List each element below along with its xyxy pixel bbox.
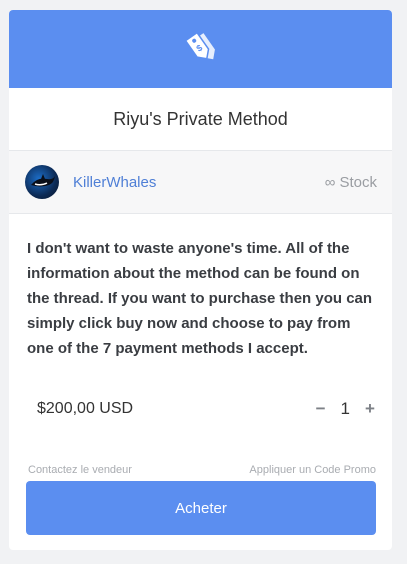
product-title: Riyu's Private Method bbox=[113, 108, 288, 129]
secondary-links: Contactez le vendeur Appliquer un Code P… bbox=[9, 464, 392, 476]
product-title-row: Riyu's Private Method bbox=[9, 88, 392, 151]
contact-seller-link[interactable]: Contactez le vendeur bbox=[28, 464, 132, 476]
seller-name-link[interactable]: KillerWhales bbox=[73, 174, 156, 191]
seller-row: KillerWhales ∞ Stock bbox=[9, 151, 392, 214]
avatar[interactable] bbox=[25, 165, 59, 199]
quantity-value: 1 bbox=[340, 399, 350, 418]
product-description: I don't want to waste anyone's time. All… bbox=[27, 240, 373, 357]
apply-promo-link[interactable]: Appliquer un Code Promo bbox=[249, 464, 376, 476]
infinity-icon: ∞ bbox=[324, 173, 336, 191]
price-row: $200,00 USD − 1 + bbox=[9, 395, 392, 423]
product-banner: $ bbox=[9, 10, 392, 88]
stock-label: Stock bbox=[339, 173, 377, 191]
buy-button[interactable]: Acheter bbox=[26, 481, 376, 535]
product-card: $ Riyu's Private Method KillerWhales ∞ S… bbox=[9, 10, 392, 550]
price-tag-icon: $ bbox=[181, 27, 221, 72]
price: $200,00 USD bbox=[37, 400, 134, 417]
quantity-stepper: − 1 + bbox=[315, 399, 376, 419]
increment-button[interactable]: + bbox=[364, 399, 376, 419]
stock-indicator: ∞ Stock bbox=[325, 174, 377, 191]
decrement-button[interactable]: − bbox=[315, 399, 327, 419]
